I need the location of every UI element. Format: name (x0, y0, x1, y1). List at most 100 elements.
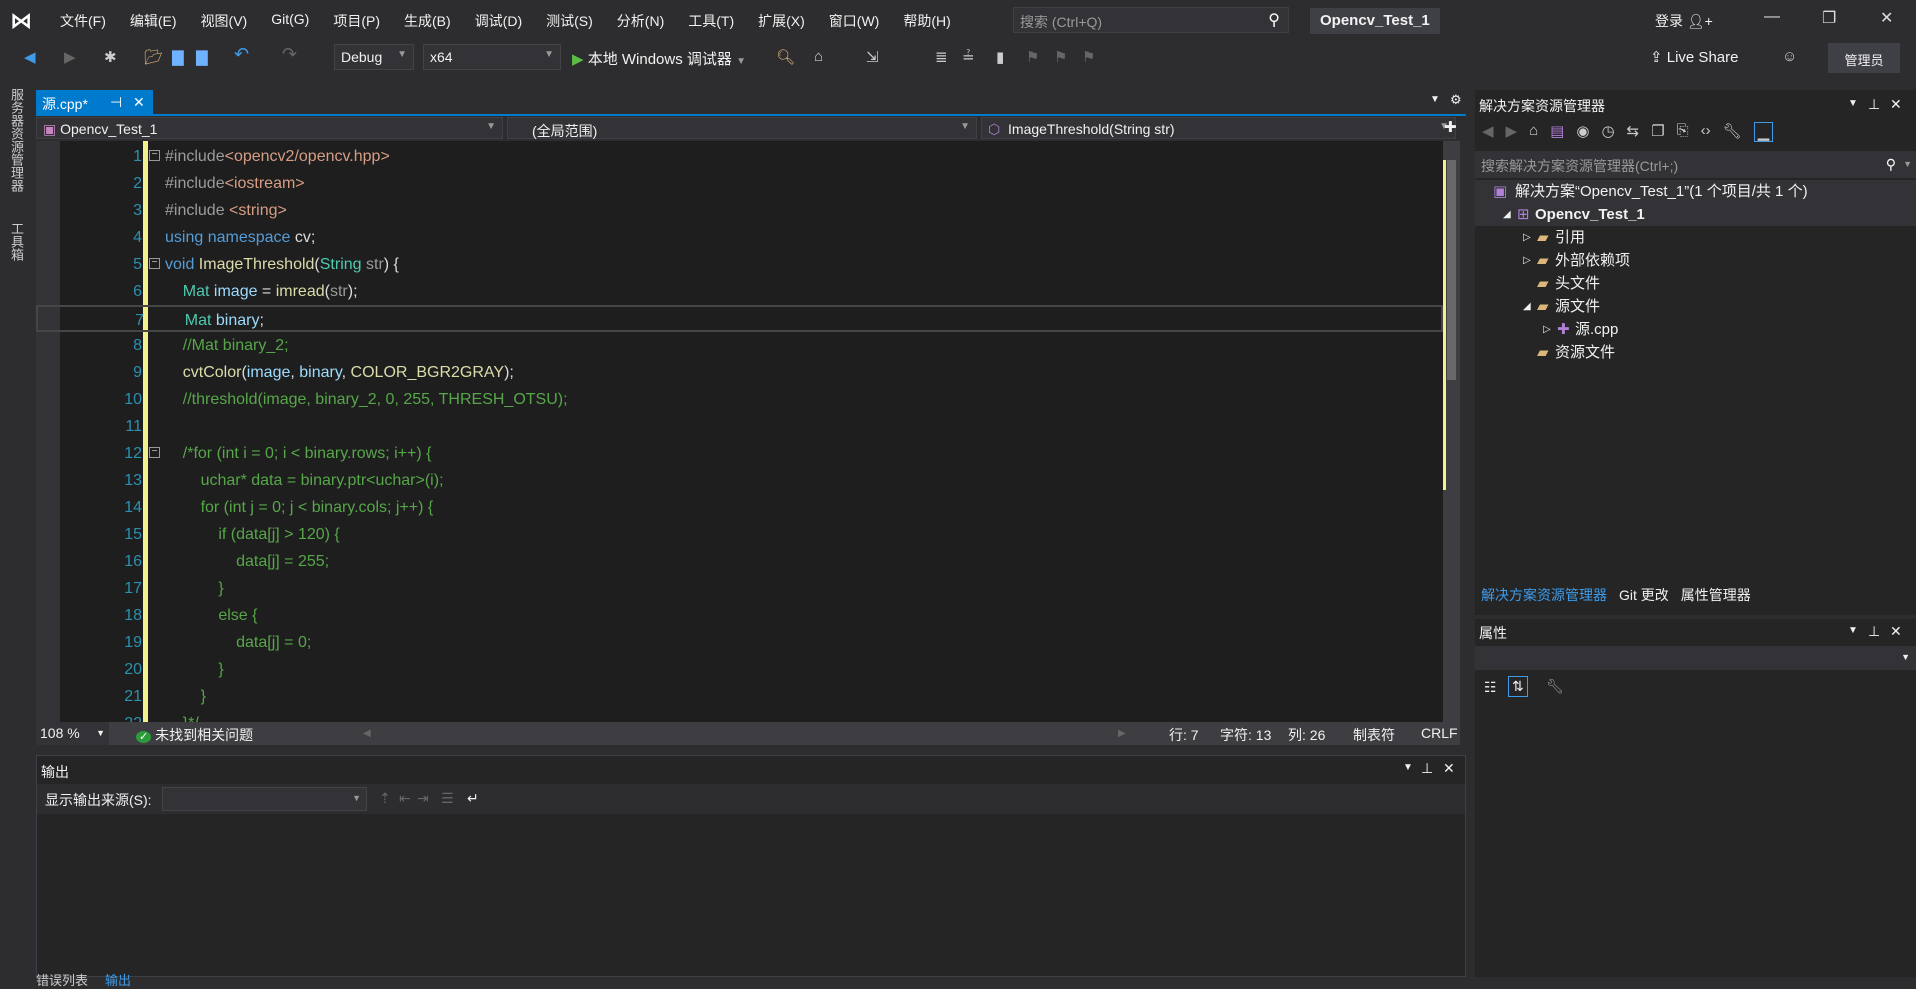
scroll-left-icon[interactable]: ◀ (363, 728, 371, 739)
code-line[interactable]: 4 using namespace cv; (36, 224, 1443, 251)
redo-icon[interactable]: ↷ (282, 44, 297, 65)
step-icon[interactable]: ⇲ (866, 48, 879, 66)
tab-list-dropdown-icon[interactable]: ▼ (1430, 94, 1440, 105)
tree-item[interactable]: ▰ 资源文件 (1475, 341, 1916, 364)
expander-icon[interactable]: ▷ (1523, 249, 1531, 272)
close-panel-icon[interactable]: ✕ (1443, 760, 1455, 777)
code-line[interactable]: 11 (36, 413, 1443, 440)
panel-menu-icon[interactable]: ▼ (1848, 98, 1858, 109)
scroll-right-icon[interactable]: ▶ (1118, 728, 1126, 739)
start-debug-button[interactable]: ▶ 本地 Windows 调试器 ▼ (572, 48, 746, 69)
code-line[interactable]: 22 }*/ (36, 710, 1443, 722)
code-line[interactable]: 20 } (36, 656, 1443, 683)
menu-tools[interactable]: 工具(T) (676, 11, 746, 31)
code-line[interactable]: 10 //threshold(image, binary_2, 0, 255, … (36, 386, 1443, 413)
collapse-icon[interactable]: − (149, 150, 160, 161)
admin-badge[interactable]: 管理员 (1828, 43, 1900, 73)
tree-item[interactable]: ▷ ✚ 源.cpp (1475, 318, 1916, 341)
eol-indicator[interactable]: CRLF (1421, 725, 1458, 741)
menu-analyze[interactable]: 分析(N) (605, 11, 676, 31)
save-icon[interactable]: ▇ (172, 48, 184, 66)
undo-icon[interactable]: ↶ (234, 44, 249, 65)
feedback-icon[interactable]: ☺ (1782, 48, 1797, 65)
property-pages-wrench-icon[interactable]: 🔧︎ (1546, 678, 1564, 695)
switch-views-icon[interactable]: ▤ (1550, 122, 1564, 142)
tree-item[interactable]: ◢ ⊞ Opencv_Test_1 (1475, 203, 1916, 226)
tab-git-changes[interactable]: Git 更改 (1619, 585, 1669, 605)
collapse-all-icon[interactable]: ❐ (1651, 122, 1664, 142)
menu-window[interactable]: 窗口(W) (817, 11, 892, 31)
comment-icon[interactable]: ≣ (935, 48, 948, 66)
uncomment-icon[interactable]: ≟ (962, 48, 975, 66)
bookmark-icon[interactable]: ▮ (996, 48, 1004, 66)
code-line[interactable]: 21 } (36, 683, 1443, 710)
code-line[interactable]: 1− #include<opencv2/opencv.hpp> (36, 143, 1443, 170)
back-icon[interactable]: ◀ (24, 48, 36, 66)
split-icon[interactable]: ✚ (1444, 118, 1457, 136)
pending-changes-icon[interactable]: ◷ (1601, 122, 1614, 142)
zoom-select[interactable]: 108 % ▼ (36, 722, 109, 745)
tab-output[interactable]: 输出 (105, 970, 131, 989)
tab-solution-explorer[interactable]: 解决方案资源管理器 (1475, 585, 1607, 605)
expander-icon[interactable]: ◢ (1503, 203, 1511, 226)
next-bookmark-icon[interactable]: ⚑ (1054, 48, 1067, 66)
code-line[interactable]: 7 Mat binary; (36, 305, 1443, 332)
expander-icon[interactable]: ▷ (1543, 318, 1551, 341)
code-editor[interactable]: 1− #include<opencv2/opencv.hpp> 2 #include<… (36, 141, 1443, 722)
close-panel-icon[interactable]: ✕ (1890, 96, 1902, 113)
project-nav-select[interactable]: ▣ Opencv_Test_1 ▼ (36, 117, 503, 139)
forward-icon[interactable]: ▶ (1506, 122, 1518, 142)
code-line[interactable]: 12− /*for (int i = 0; i < binary.rows; i… (36, 440, 1443, 467)
code-line[interactable]: 16 data[j] = 255; (36, 548, 1443, 575)
tab-source-cpp[interactable]: 源.cpp* ⊣ ✕ (36, 90, 153, 116)
code-line[interactable]: 14 for (int j = 0; j < binary.cols; j++)… (36, 494, 1443, 521)
new-item-icon[interactable]: ✱ (104, 48, 117, 66)
collapse-icon[interactable]: − (149, 258, 160, 269)
close-panel-icon[interactable]: ✕ (1890, 623, 1902, 640)
tree-item[interactable]: ▰ 头文件 (1475, 272, 1916, 295)
tree-item[interactable]: ▣ 解决方案“Opencv_Test_1”(1 个项目/共 1 个) (1475, 180, 1916, 203)
alphabetical-icon[interactable]: ⇅ (1508, 676, 1528, 697)
tab-property-manager[interactable]: 属性管理器 (1681, 585, 1751, 605)
scope-nav-select[interactable]: (全局范围) ▼ (507, 117, 977, 139)
prev-bookmark-icon[interactable]: ⚑ (1026, 48, 1039, 66)
next-message-icon[interactable]: ⇥ (417, 790, 429, 807)
search-input[interactable]: 搜索 (Ctrl+Q) ⚲ (1013, 7, 1289, 33)
issues-indicator[interactable]: ✓ 未找到相关问题 (136, 725, 253, 745)
menu-help[interactable]: 帮助(H) (891, 11, 962, 31)
close-window-button[interactable]: ✕ (1880, 8, 1893, 28)
panel-menu-icon[interactable]: ▼ (1403, 762, 1413, 773)
sync-icon[interactable]: ⇆ (1627, 122, 1640, 142)
code-line[interactable]: 5− void ImageThreshold(String str) { (36, 251, 1443, 278)
code-line[interactable]: 6 Mat image = imread(str); (36, 278, 1443, 305)
home-icon[interactable]: ⌂ (1529, 122, 1538, 142)
code-line[interactable]: 13 uchar* data = binary.ptr<uchar>(i); (36, 467, 1443, 494)
tree-item[interactable]: ◢ ▰ 源文件 (1475, 295, 1916, 318)
find-message-icon[interactable]: ⇡ (379, 790, 391, 807)
menu-debug[interactable]: 调试(D) (463, 11, 534, 31)
menu-file[interactable]: 文件(F) (48, 11, 118, 31)
clear-bookmarks-icon[interactable]: ⚑ (1082, 48, 1095, 66)
pin-icon[interactable]: ⊥ (1868, 623, 1880, 640)
member-nav-select[interactable]: ⬡ ImageThreshold(String str) ▼ (981, 117, 1456, 139)
code-line[interactable]: 2 #include<iostream> (36, 170, 1443, 197)
properties-object-select[interactable]: ▼ (1475, 646, 1916, 670)
login-link[interactable]: 登录 👤︎+ (1655, 11, 1713, 31)
home-icon[interactable]: ⌂ (814, 48, 823, 65)
menu-project[interactable]: 项目(P) (321, 11, 392, 31)
code-line[interactable]: 18 else { (36, 602, 1443, 629)
code-view-icon[interactable]: ‹› (1701, 122, 1711, 142)
find-in-files-icon[interactable]: 🔍︎ (776, 48, 795, 66)
settings-gear-icon[interactable]: ⚙ (1450, 92, 1462, 108)
menu-test[interactable]: 测试(S) (534, 11, 605, 31)
save-all-icon[interactable]: ▇ (196, 48, 208, 66)
menu-edit[interactable]: 编辑(E) (118, 11, 189, 31)
code-line[interactable]: 19 data[j] = 0; (36, 629, 1443, 656)
word-wrap-icon[interactable]: ↵ (467, 790, 479, 807)
back-icon[interactable]: ◀ (1482, 122, 1494, 142)
code-line[interactable]: 3 #include <string> (36, 197, 1443, 224)
categorized-icon[interactable]: ☷ (1484, 679, 1497, 696)
solution-search-input[interactable]: 搜索解决方案资源管理器(Ctrl+;) ⚲ ▼ (1475, 151, 1916, 178)
pin-icon[interactable]: ⊥ (1421, 760, 1433, 777)
menu-build[interactable]: 生成(B) (392, 11, 463, 31)
